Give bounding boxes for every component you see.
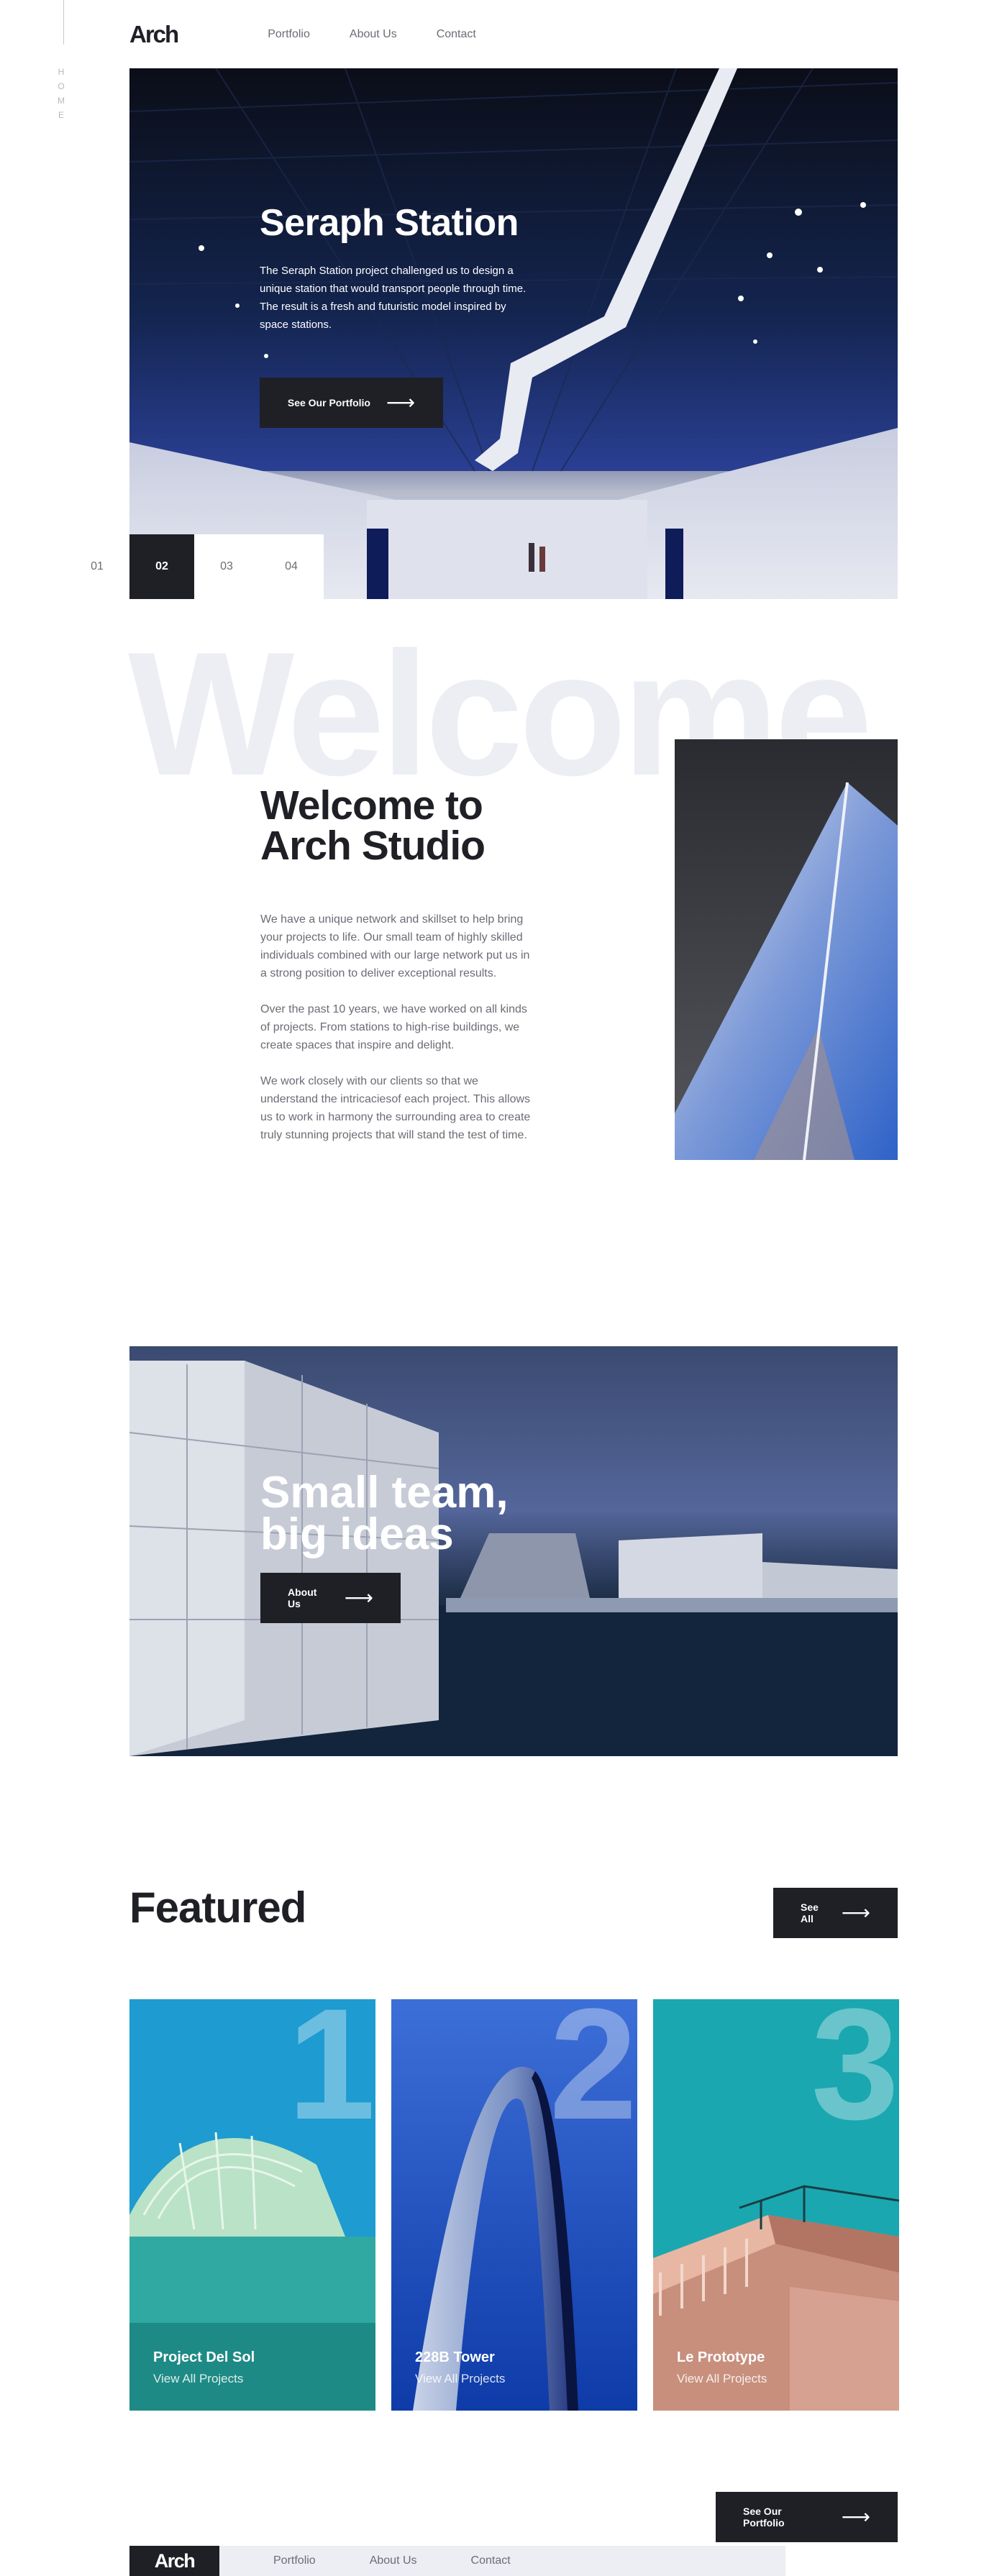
button-label: See Our Portfolio	[743, 2506, 785, 2529]
nav-contact[interactable]: Contact	[437, 28, 476, 41]
button-label: See All	[801, 1901, 819, 1924]
featured-card-3[interactable]: 3 Le Prototype View All Projects	[653, 1999, 899, 2411]
hero-section: Seraph Station The Seraph Station projec…	[129, 68, 898, 599]
footer-nav-about-us[interactable]: About Us	[370, 2554, 417, 2567]
welcome-paragraph-3: We work closely with our clients so that…	[260, 1075, 531, 1141]
card-title: Le Prototype	[677, 2349, 765, 2365]
see-portfolio-button[interactable]: See Our Portfolio ⟶	[260, 378, 443, 428]
button-label: See Our Portfolio	[287, 397, 370, 408]
site-header: Arch Portfolio About Us Contact	[129, 20, 476, 49]
button-label: About Us	[288, 1586, 317, 1609]
card-number: 1	[287, 1999, 375, 2152]
welcome-paragraph-1: We have a unique network and skillset to…	[260, 913, 530, 979]
welcome-image	[675, 739, 898, 1160]
page-side-label: HOME	[58, 67, 70, 120]
card-link[interactable]: View All Projects	[153, 2372, 243, 2386]
welcome-title: Welcome to Arch Studio	[260, 782, 486, 869]
card-link[interactable]: View All Projects	[677, 2372, 767, 2386]
footer-portfolio-button[interactable]: See Our Portfolio ⟶	[716, 2492, 898, 2542]
nav-portfolio[interactable]: Portfolio	[268, 28, 310, 41]
hero-image	[129, 68, 898, 599]
side-divider	[63, 0, 64, 45]
card-link[interactable]: View All Projects	[415, 2372, 505, 2386]
team-section: Small team, big ideas About Us ⟶	[129, 1346, 898, 1756]
main-nav: Portfolio About Us Contact	[268, 28, 476, 41]
hero-title: Seraph Station	[260, 202, 519, 244]
arrow-right-icon: ⟶	[841, 1901, 870, 1924]
footer-logo[interactable]: Arch	[129, 2546, 219, 2576]
slide-button-04[interactable]: 04	[259, 534, 324, 599]
footer-nav-contact[interactable]: Contact	[471, 2554, 511, 2567]
slide-button-01[interactable]: 01	[65, 534, 129, 599]
logo[interactable]: Arch	[129, 21, 179, 48]
card-title: Project Del Sol	[153, 2349, 255, 2365]
slide-button-03[interactable]: 03	[194, 534, 259, 599]
hero-description: The Seraph Station project challenged us…	[260, 265, 527, 331]
nav-about-us[interactable]: About Us	[350, 28, 397, 41]
arrow-right-icon: ⟶	[386, 391, 416, 414]
about-us-button[interactable]: About Us ⟶	[260, 1573, 401, 1623]
welcome-text: We have a unique network and skillset to…	[260, 910, 537, 1162]
card-number: 2	[549, 1999, 637, 2152]
slider-pagination: 01 02 03 04	[65, 534, 324, 599]
team-title: Small team, big ideas	[260, 1468, 509, 1559]
arrow-right-icon: ⟶	[841, 2506, 870, 2528]
site-footer: Arch Portfolio About Us Contact See Our …	[129, 2492, 898, 2576]
featured-title: Featured	[129, 1883, 306, 1932]
featured-card-1[interactable]: 1 Project Del Sol View All Projects	[129, 1999, 375, 2411]
card-number: 3	[811, 1999, 899, 2152]
featured-card-2[interactable]: 2 228B Tower View All Projects	[391, 1999, 637, 2411]
hero-content: Seraph Station The Seraph Station projec…	[260, 201, 533, 334]
welcome-paragraph-2: Over the past 10 years, we have worked o…	[260, 1003, 527, 1051]
footer-nav: Portfolio About Us Contact	[273, 2546, 511, 2576]
footer-nav-portfolio[interactable]: Portfolio	[273, 2554, 316, 2567]
card-title: 228B Tower	[415, 2349, 495, 2365]
see-all-button[interactable]: See All ⟶	[773, 1888, 898, 1938]
arrow-right-icon: ⟶	[344, 1586, 373, 1609]
slide-button-02[interactable]: 02	[129, 534, 194, 599]
